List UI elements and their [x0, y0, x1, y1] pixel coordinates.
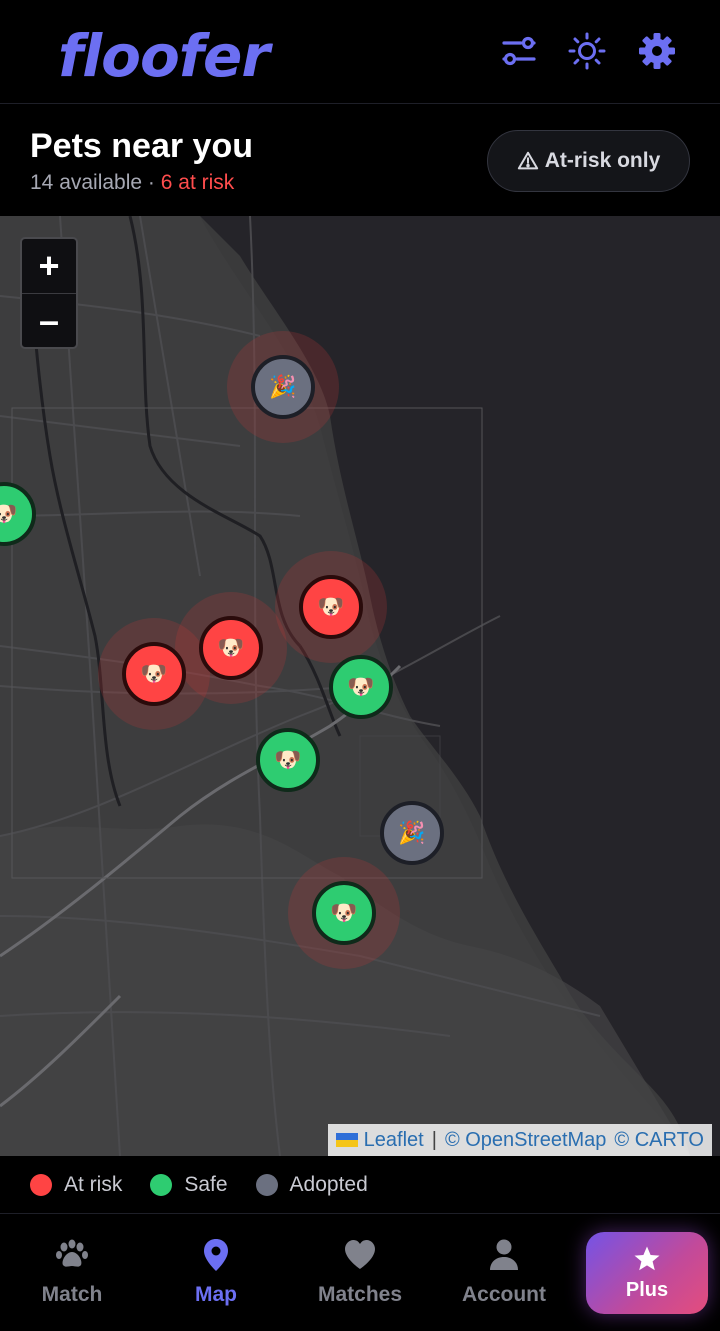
dog-icon: 🐶	[347, 674, 375, 699]
legend-safe: Safe	[150, 1172, 228, 1197]
dog-icon: 🐶	[274, 747, 302, 772]
app-logo[interactable]: floofer	[58, 22, 270, 90]
nav-map[interactable]: Map	[144, 1237, 288, 1307]
leaflet-link[interactable]: Leaflet	[364, 1129, 424, 1152]
map-view[interactable]: + – 🎉 🐶 🐶 🐶 🐶 🐶 🐶 🎉 🐶 Leaflet | © OpenSt…	[0, 216, 720, 1156]
attribution-separator: |	[431, 1128, 437, 1151]
carto-link[interactable]: © CARTO	[614, 1129, 704, 1152]
at-risk-dot	[30, 1173, 52, 1196]
map-attribution: Leaflet | © OpenStreetMap © CARTO	[327, 1124, 712, 1156]
pet-marker-safe[interactable]: 🐶	[256, 728, 320, 792]
nav-account-label: Account	[462, 1283, 546, 1306]
user-icon	[490, 1239, 518, 1270]
paw-icon	[56, 1239, 88, 1267]
legend-safe-label: Safe	[184, 1172, 228, 1196]
heart-icon	[345, 1240, 375, 1269]
bottom-nav: Match Map Matches Account Plus	[0, 1215, 720, 1331]
nav-match-label: Match	[41, 1283, 103, 1306]
dog-icon: 🐶	[217, 635, 245, 660]
map-pin-icon	[204, 1239, 228, 1271]
at-risk-count: 6 at risk	[160, 171, 235, 194]
available-count: 14 available	[30, 171, 143, 194]
filters-icon	[502, 36, 536, 66]
zoom-in-button[interactable]: +	[22, 239, 76, 293]
dog-icon: 🐶	[330, 900, 358, 925]
party-icon: 🎉	[269, 374, 297, 399]
map-legend: At risk Safe Adopted	[0, 1156, 720, 1214]
nav-matches[interactable]: Matches	[288, 1237, 432, 1307]
gear-icon	[639, 33, 675, 69]
nav-match[interactable]: Match	[0, 1237, 144, 1307]
pet-marker-at-risk[interactable]: 🐶	[122, 642, 186, 706]
pet-count-summary: 14 available · 6 at risk	[30, 171, 234, 195]
party-icon: 🎉	[398, 820, 426, 845]
osm-link[interactable]: © OpenStreetMap	[445, 1129, 606, 1152]
filters-button[interactable]	[498, 30, 540, 72]
plus-upgrade-button[interactable]: Plus	[586, 1232, 708, 1314]
safe-dot	[150, 1173, 173, 1196]
ukraine-flag-icon	[335, 1133, 358, 1147]
theme-toggle-button[interactable]	[566, 30, 608, 72]
zoom-out-button[interactable]: –	[22, 293, 76, 347]
nav-map-label: Map	[195, 1283, 237, 1306]
legend-at-risk-label: At risk	[64, 1172, 123, 1196]
dog-icon: 🐶	[140, 661, 168, 686]
dog-icon: 🐶	[0, 501, 18, 526]
star-icon	[634, 1246, 660, 1270]
warning-icon	[517, 151, 538, 170]
stats-separator: ·	[142, 171, 161, 194]
zoom-control: + –	[20, 237, 78, 349]
app-header: floofer	[0, 0, 720, 104]
legend-at-risk: At risk	[30, 1173, 122, 1197]
pet-marker-safe[interactable]: 🐶	[329, 655, 393, 719]
dog-icon: 🐶	[317, 594, 345, 619]
pet-marker-at-risk[interactable]: 🐶	[199, 616, 263, 680]
pet-marker-adopted[interactable]: 🎉	[380, 801, 444, 865]
toggle-label: At-risk only	[544, 149, 661, 172]
pet-marker-adopted[interactable]: 🎉	[251, 355, 315, 419]
legend-adopted-label: Adopted	[289, 1172, 368, 1196]
nav-account[interactable]: Account	[432, 1237, 576, 1307]
pet-marker-safe[interactable]: 🐶	[312, 881, 376, 945]
nav-matches-label: Matches	[317, 1283, 403, 1306]
legend-adopted: Adopted	[255, 1172, 368, 1197]
at-risk-only-toggle[interactable]: At-risk only	[487, 130, 690, 192]
subheader: Pets near you 14 available · 6 at risk A…	[0, 105, 720, 216]
page-title: Pets near you	[30, 127, 253, 165]
adopted-dot	[255, 1173, 278, 1196]
pet-marker-at-risk[interactable]: 🐶	[299, 575, 363, 639]
plus-label: Plus	[625, 1278, 669, 1301]
sun-icon	[568, 32, 606, 70]
settings-button[interactable]	[636, 30, 678, 72]
